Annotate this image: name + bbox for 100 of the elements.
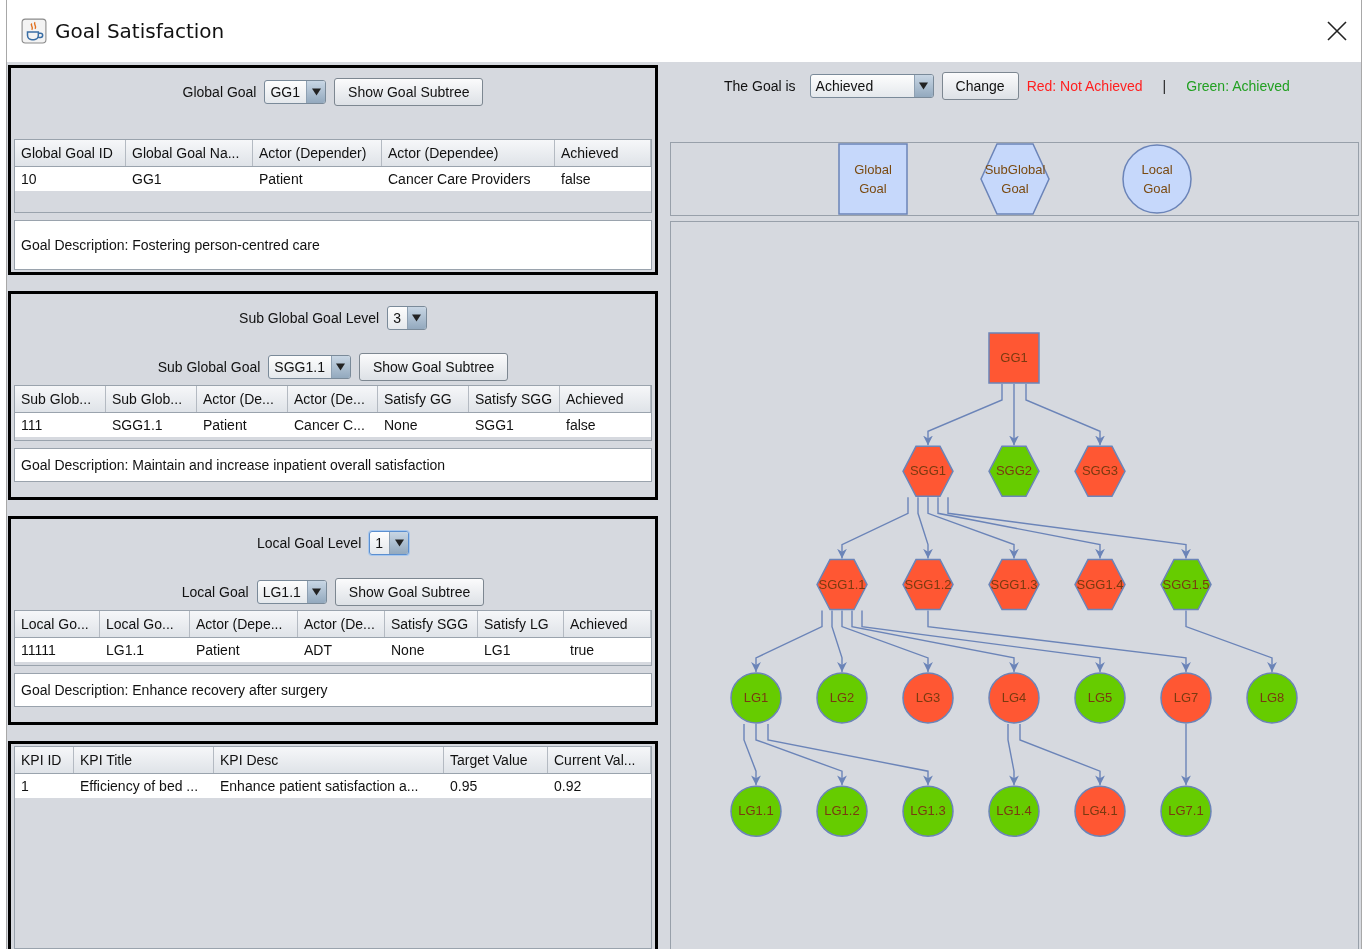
column-header[interactable]: Local Go... [15, 611, 100, 637]
table-cell-text: 0.95 [449, 777, 479, 796]
goal-node[interactable]: LG7.1 [1160, 785, 1212, 837]
goal-dropdown[interactable]: SGG1.1 [268, 355, 351, 379]
table-cell-text: SGG1.1 [111, 416, 164, 435]
table-cell-text: false [560, 170, 592, 189]
window-title: Goal Satisfaction [55, 19, 226, 43]
column-header[interactable]: Actor (Dependee) [382, 140, 555, 166]
goal-node[interactable]: LG1.1 [730, 785, 782, 837]
show-subtree-button[interactable]: Show Goal Subtree [358, 353, 509, 381]
connector-arrow [751, 609, 823, 673]
table-cell-text: Cancer Care Providers [387, 170, 532, 189]
column-header[interactable]: Satisfy GG [378, 386, 469, 412]
column-header[interactable]: Achieved [564, 611, 651, 637]
goal-dropdown[interactable]: 1 [369, 531, 410, 555]
goal-node[interactable]: SGG1.5 [1160, 558, 1212, 611]
table-cell-text: Efficiency of bed ... [79, 777, 200, 796]
column-header[interactable]: Satisfy LG [478, 611, 564, 637]
goal-node[interactable]: LG1.3 [902, 785, 954, 837]
legend-label: Local Goal [1141, 161, 1173, 198]
table-cell-text: Patient [195, 641, 241, 660]
goal-dropdown[interactable]: LG1.1 [256, 580, 327, 604]
table-cell-text: true [569, 641, 596, 660]
column-header[interactable]: Actor (Depe... [190, 611, 298, 637]
table-cell-text: ADT [303, 641, 333, 660]
column-header[interactable]: Actor (De... [197, 386, 288, 412]
color-key-text: Green: Achieved [1186, 78, 1290, 94]
goal-node[interactable]: LG8 [1246, 672, 1298, 724]
dropdown-arrow-icon [412, 314, 422, 322]
close-icon[interactable] [1327, 21, 1347, 41]
separator-text: | [1162, 78, 1167, 94]
legend-label: SubGlobal Goal [984, 161, 1046, 198]
table-cell-text: 11111 [20, 641, 57, 660]
dropdown-arrow-icon [394, 539, 404, 547]
dropdown-arrow-icon [311, 88, 321, 96]
goal-dropdown[interactable]: 3 [387, 306, 427, 330]
goal-node[interactable]: LG1.4 [988, 785, 1040, 837]
table-cell-text: LG1.1 [105, 641, 146, 660]
column-header[interactable]: Target Value [444, 747, 548, 773]
connector-arrow [1181, 723, 1191, 786]
circle-icon [1122, 143, 1192, 215]
column-header[interactable]: Sub Glob... [106, 386, 197, 412]
table-cell-text: 10 [20, 170, 38, 189]
legend-label: Global Goal [854, 161, 892, 198]
show-subtree-button[interactable]: Show Goal Subtree [334, 78, 484, 106]
column-header[interactable]: Satisfy SGG [385, 611, 478, 637]
goal-node[interactable]: LG1 [730, 672, 782, 724]
hexagon-icon [980, 143, 1050, 215]
dropdown-arrow-icon [336, 363, 346, 371]
table-cell-text: None [390, 641, 426, 660]
goal-description: Goal Description: Maintain and increase inpatient overall satisfaction [14, 448, 652, 482]
dropdown-arrow-icon [919, 82, 929, 90]
table-cell-text: None [383, 416, 419, 435]
dropdown-arrow-icon [312, 588, 322, 596]
color-key-text: Red: Not Achieved [1026, 78, 1143, 94]
table-cell-text: Patient [258, 170, 304, 189]
column-header[interactable]: KPI ID [15, 747, 74, 773]
table-cell-text: LG1 [483, 641, 512, 660]
field-label: Local Goal [181, 584, 249, 600]
column-header[interactable]: Actor (De... [288, 386, 378, 412]
field-label: The Goal is [724, 78, 796, 94]
connector-arrow [1009, 383, 1019, 446]
goal-description: Goal Description: Fostering person-centred care [14, 220, 652, 270]
column-header[interactable]: Local Go... [100, 611, 190, 637]
column-header[interactable]: Global Goal ID [15, 140, 126, 166]
square-icon [838, 143, 908, 215]
table-cell-text: SGG1 [474, 416, 515, 435]
column-header[interactable]: Global Goal Na... [126, 140, 253, 166]
table-cell-text: false [565, 416, 597, 435]
change-button[interactable]: Change [941, 72, 1019, 100]
column-header[interactable]: KPI Desc [214, 747, 444, 773]
table-cell-text: GG1 [131, 170, 163, 189]
table-cell-text: 0.92 [553, 777, 583, 796]
goal-dropdown[interactable]: GG1 [264, 80, 327, 104]
goal-node[interactable]: LG2 [816, 672, 868, 724]
show-subtree-button[interactable]: Show Goal Subtree [334, 578, 485, 606]
column-header[interactable]: Actor (Depender) [253, 140, 382, 166]
table-cell-text: Cancer C... [293, 416, 366, 435]
field-label: Sub Global Goal Level [239, 310, 380, 326]
table-cell-text: 111 [20, 416, 44, 435]
table-cell-text: Patient [202, 416, 248, 435]
goal-node[interactable]: LG5 [1074, 672, 1126, 724]
field-label: Sub Global Goal [157, 359, 261, 375]
goal-node[interactable]: SGG2 [988, 445, 1040, 498]
column-header[interactable]: Satisfy SGG [469, 386, 560, 412]
field-label: Global Goal [182, 84, 257, 100]
field-label: Local Goal Level [256, 535, 362, 551]
table-cell-text: 1 [20, 777, 30, 796]
column-header[interactable]: KPI Title [74, 747, 214, 773]
column-header[interactable]: Sub Glob... [15, 386, 106, 412]
column-header[interactable]: Current Val... [548, 747, 651, 773]
status-dropdown[interactable]: Achieved [809, 74, 934, 98]
connector-arrow [837, 496, 909, 560]
goal-description: Goal Description: Enhance recovery after surgery [14, 673, 652, 707]
coffee-cup-icon [21, 18, 47, 44]
column-header[interactable]: Achieved [555, 140, 651, 166]
table-cell-text: Enhance patient satisfaction a... [219, 777, 420, 796]
column-header[interactable]: Actor (De... [298, 611, 385, 637]
goal-node[interactable]: LG1.2 [816, 785, 868, 837]
column-header[interactable]: Achieved [560, 386, 651, 412]
